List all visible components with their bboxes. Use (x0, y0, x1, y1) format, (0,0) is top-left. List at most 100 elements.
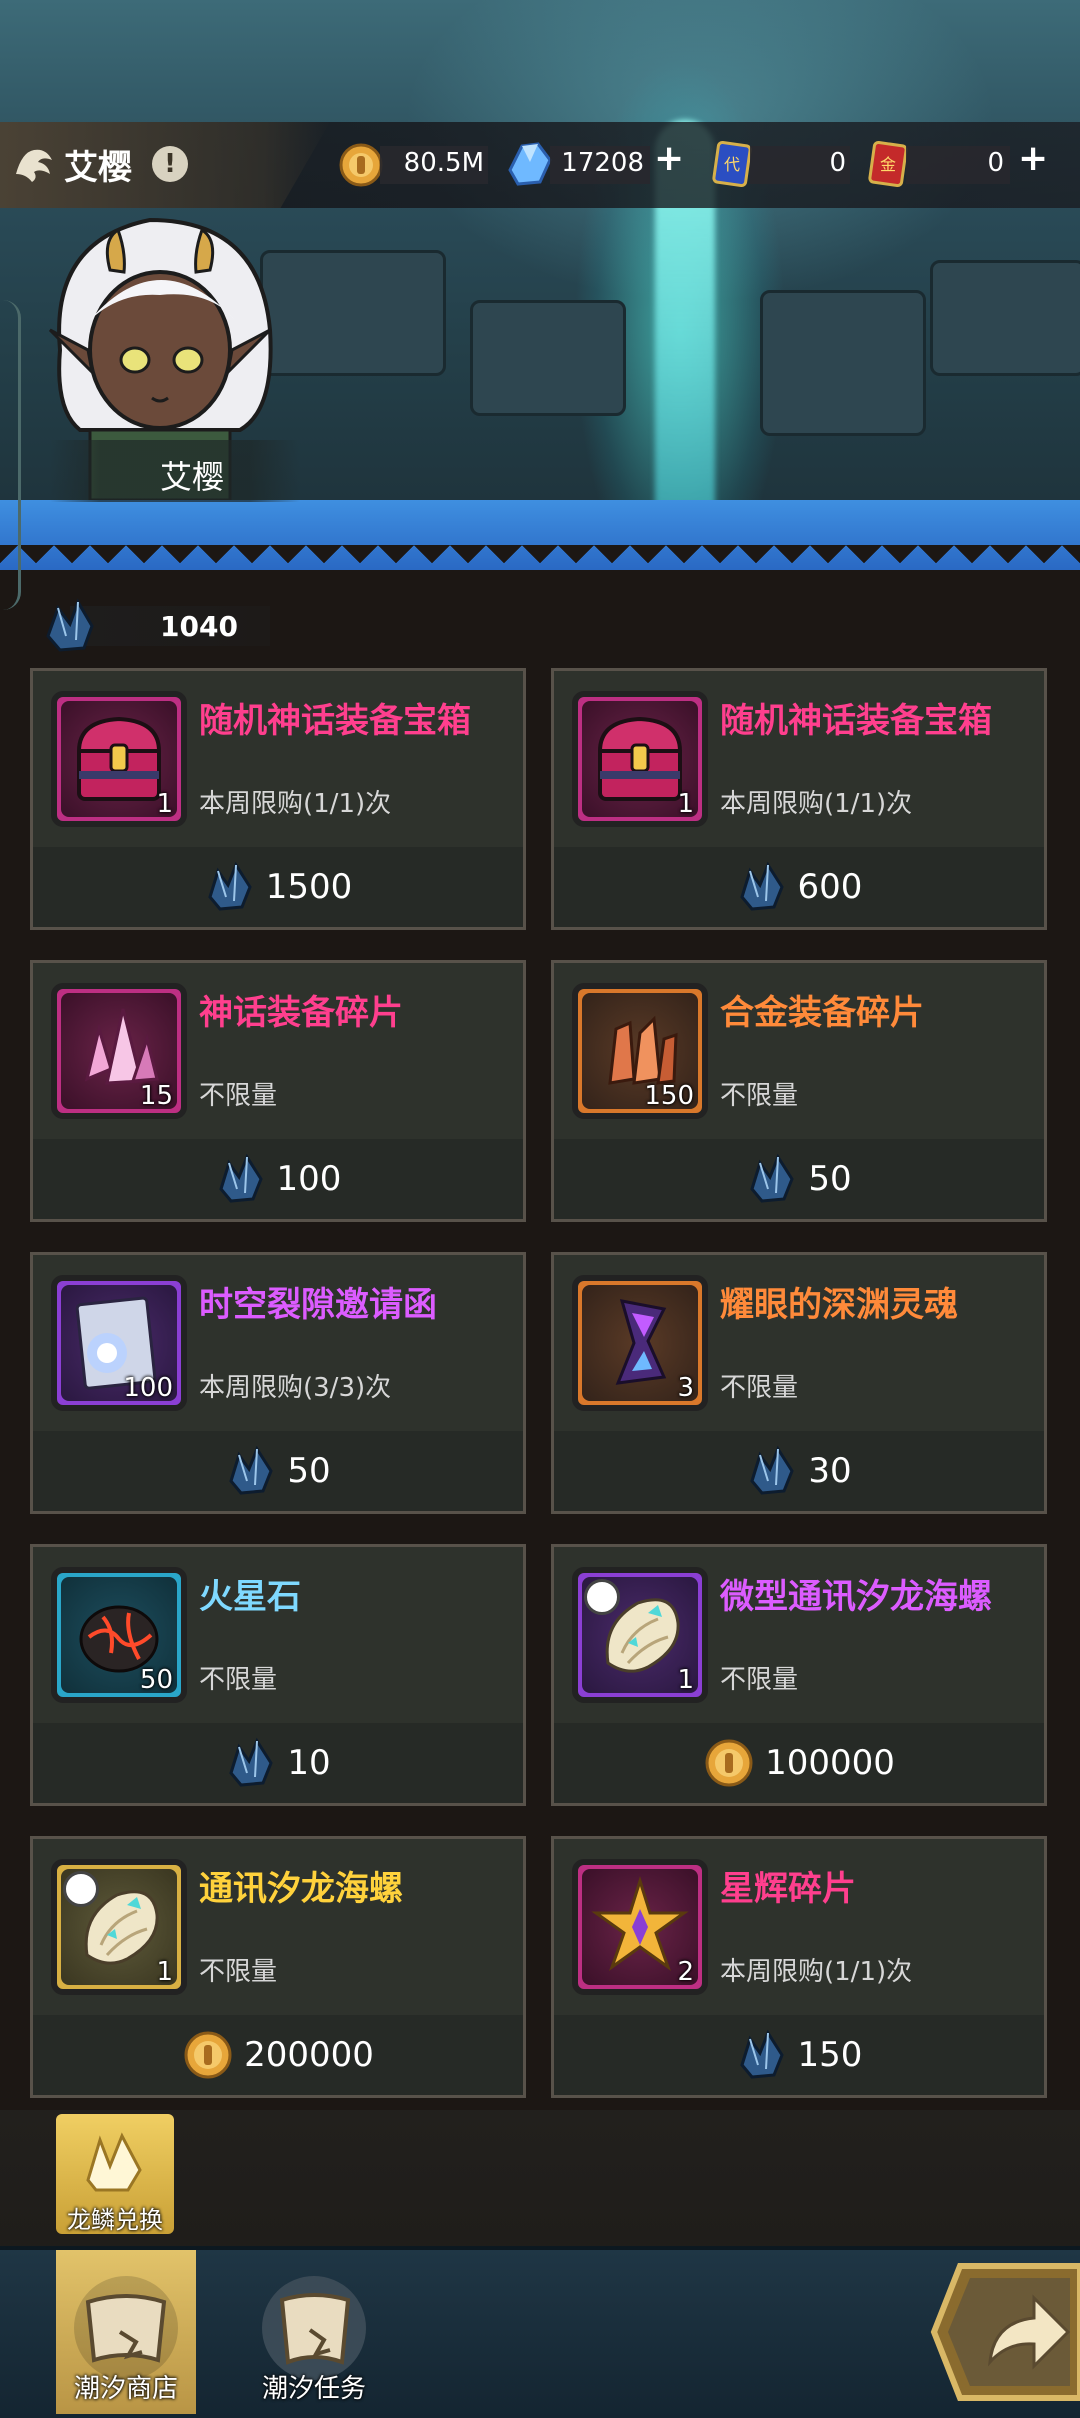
item-count: 15 (139, 1081, 173, 1111)
item-count: 3 (677, 1373, 694, 1403)
character-portrait-name: 艾樱 (160, 458, 225, 496)
purchase-limit: 本周限购(1/1)次 (720, 789, 913, 819)
dragon-scale-balance: 1040 (40, 596, 270, 656)
item-title: 通讯汐龙海螺 (199, 1869, 403, 1909)
price-value: 1500 (265, 867, 353, 907)
purchase-limit: 不限量 (199, 1081, 278, 1111)
item-icon-frame[interactable]: 1 (572, 691, 708, 827)
red-ticket-icon: 金 (868, 140, 908, 188)
add-crystal-button[interactable]: + (654, 138, 684, 179)
shop-item-card[interactable]: 1 微型通讯汐龙海螺 不限量 100000 (551, 1544, 1047, 1806)
resource-value: 0 (987, 148, 1004, 178)
purchase-limit: 不限量 (199, 1665, 278, 1695)
shop-item-card[interactable]: 50 火星石不限量 10 (30, 1544, 526, 1806)
shop-item-card[interactable]: 150 合金装备碎片不限量 50 (551, 960, 1047, 1222)
dragon-scale-icon (46, 598, 94, 652)
price-value: 50 (808, 1159, 852, 1199)
item-count: 1 (156, 1957, 173, 1987)
item-icon-frame[interactable]: 3 (572, 1275, 708, 1411)
info-icon[interactable]: ! (152, 146, 188, 182)
item-icon-frame[interactable]: 15 (51, 983, 187, 1119)
resource-value: 17208 (561, 148, 644, 178)
banner-wave-edge (0, 545, 1080, 571)
shop-item-card[interactable]: 1 通讯汐龙海螺不限量 200000 (30, 1836, 526, 2098)
price-value: 100000 (765, 1743, 895, 1783)
price-button[interactable]: 50 (554, 1151, 1044, 1207)
price-button[interactable]: 10 (33, 1735, 523, 1791)
crystal-icon (508, 142, 552, 186)
item-icon-frame[interactable]: 100 (51, 1275, 187, 1411)
balance-value: 1040 (160, 610, 238, 643)
resource-value: 80.5M (403, 148, 484, 178)
price-button[interactable]: 30 (554, 1443, 1044, 1499)
item-title: 耀眼的深渊灵魂 (720, 1285, 958, 1325)
tab-label: 潮汐任务 (261, 2374, 366, 2404)
dragon-scale-exchange-icon (86, 2132, 142, 2192)
item-title: 合金装备碎片 (720, 993, 924, 1033)
tab-tide-shop[interactable]: 潮汐商店 (56, 2250, 196, 2414)
shop-item-card[interactable]: 1 随机神话装备宝箱 本周限购(1/1)次 600 (551, 668, 1047, 930)
item-title: 随机神话装备宝箱 (199, 701, 471, 741)
dragon-scale-icon (229, 1445, 274, 1495)
tab-tide-quest[interactable]: 潮汐任务 (244, 2250, 384, 2414)
shop-item-card[interactable]: 15 神话装备碎片不限量 100 (30, 960, 526, 1222)
item-count: 1 (677, 1665, 694, 1695)
shop-item-card[interactable]: 3 耀眼的深渊灵魂不限量 30 (551, 1252, 1047, 1514)
item-icon-frame[interactable]: 2 (572, 1859, 708, 1995)
item-icon-frame[interactable]: 1 (51, 691, 187, 827)
price-button[interactable]: 100 (33, 1151, 523, 1207)
price-button[interactable]: 100000 (554, 1735, 1044, 1791)
share-arrow-button[interactable] (930, 2262, 1080, 2402)
add-ticket-button[interactable]: + (1018, 138, 1048, 179)
item-count: 100 (123, 1373, 173, 1403)
purchase-limit: 不限量 (199, 1957, 278, 1987)
price-value: 30 (808, 1451, 852, 1491)
gold-coin-icon (339, 143, 383, 187)
purchase-limit: 不限量 (720, 1665, 799, 1695)
dragon-scale-icon (739, 861, 784, 911)
item-icon-frame[interactable]: 50 (51, 1567, 187, 1703)
purchase-limit: 本周限购(3/3)次 (199, 1373, 392, 1403)
item-title: 时空裂隙邀请函 (199, 1285, 437, 1325)
dragon-claw-icon (16, 149, 52, 182)
scene-rock (930, 260, 1080, 376)
item-icon-frame[interactable]: 1 (572, 1567, 708, 1703)
dragon-scale-icon (218, 1153, 263, 1203)
dragon-scale-icon (739, 2029, 784, 2079)
dragon-scale-icon (229, 1737, 274, 1787)
price-value: 150 (797, 2035, 863, 2075)
shop-item-card[interactable]: 2 星辉碎片本周限购(1/1)次 150 (551, 1836, 1047, 2098)
resource-value: 0 (829, 148, 846, 178)
item-title: 神话装备碎片 (199, 993, 403, 1033)
item-count: 150 (644, 1081, 694, 1111)
item-icon-frame[interactable]: 150 (572, 983, 708, 1119)
price-value: 50 (287, 1451, 331, 1491)
purchase-limit: 本周限购(1/1)次 (720, 1957, 913, 1987)
purchase-limit: 不限量 (720, 1081, 799, 1111)
purchase-limit: 本周限购(1/1)次 (199, 789, 392, 819)
shop-item-card[interactable]: 100 时空裂隙邀请函本周限购(3/3)次 50 (30, 1252, 526, 1514)
item-title: 火星石 (199, 1577, 301, 1617)
price-value: 200000 (244, 2035, 374, 2075)
shop-item-card[interactable]: 1 随机神话装备宝箱本周限购(1/1)次 1500 (30, 668, 526, 930)
item-count: 1 (156, 789, 173, 819)
item-count: 50 (139, 1665, 173, 1695)
price-button[interactable]: 150 (554, 2027, 1044, 2083)
price-button[interactable]: 600 (554, 859, 1044, 915)
gold-coin-icon (184, 2031, 232, 2079)
tab-label: 潮汐商店 (73, 2374, 178, 2404)
purchase-limit: 不限量 (720, 1373, 799, 1403)
price-value: 100 (276, 1159, 342, 1199)
clock-icon (63, 1871, 99, 1907)
scene-rock (260, 250, 446, 376)
price-value: 10 (287, 1743, 331, 1783)
side-frame-line (0, 300, 21, 610)
price-button[interactable]: 1500 (33, 859, 523, 915)
dragon-scale-icon (750, 1153, 795, 1203)
svg-text:金: 金 (880, 155, 896, 174)
item-title: 星辉碎片 (720, 1869, 856, 1909)
item-icon-frame[interactable]: 1 (51, 1859, 187, 1995)
price-button[interactable]: 50 (33, 1443, 523, 1499)
exchange-button-label: 龙鳞兑换 (67, 2206, 163, 2234)
price-button[interactable]: 200000 (33, 2027, 523, 2083)
